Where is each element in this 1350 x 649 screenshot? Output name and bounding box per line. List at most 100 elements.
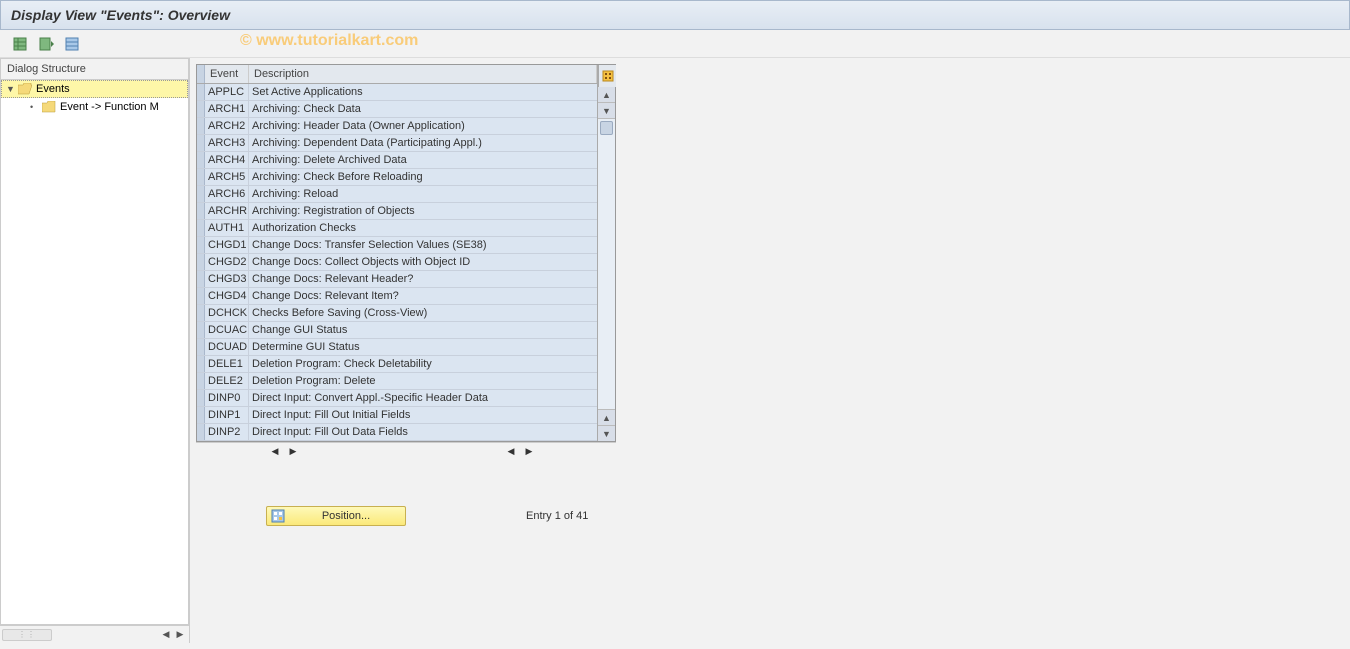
row-selector[interactable] <box>197 152 205 168</box>
table-body: APPLCSet Active ApplicationsARCH1Archivi… <box>197 84 597 441</box>
row-selector[interactable] <box>197 305 205 321</box>
toolbar-button-3[interactable] <box>62 34 82 54</box>
cell-description: Direct Input: Fill Out Data Fields <box>249 424 597 440</box>
entry-counter: Entry 1 of 41 <box>526 510 588 522</box>
row-selector[interactable] <box>197 220 205 236</box>
row-selector[interactable] <box>197 101 205 117</box>
table-row[interactable]: APPLCSet Active Applications <box>197 84 597 101</box>
cell-description: Archiving: Registration of Objects <box>249 203 597 219</box>
table-row[interactable]: ARCHRArchiving: Registration of Objects <box>197 203 597 220</box>
row-selector[interactable] <box>197 203 205 219</box>
cell-description: Archiving: Reload <box>249 186 597 202</box>
folder-open-icon <box>18 83 32 95</box>
cell-event: DINP2 <box>205 424 249 440</box>
cell-event: DELE2 <box>205 373 249 389</box>
page-title: Display View "Events": Overview <box>0 0 1350 30</box>
table-row[interactable]: DELE2Deletion Program: Delete <box>197 373 597 390</box>
sidebar-hscroll[interactable]: ⋮⋮ ◀ ▶ <box>0 625 189 643</box>
row-selector[interactable] <box>197 169 205 185</box>
row-selector[interactable] <box>197 373 205 389</box>
table-row[interactable]: ARCH1Archiving: Check Data <box>197 101 597 118</box>
row-selector[interactable] <box>197 356 205 372</box>
tree-item-event-function[interactable]: • Event -> Function M <box>1 98 188 116</box>
table-row[interactable]: CHGD3Change Docs: Relevant Header? <box>197 271 597 288</box>
expand-toggle-icon[interactable]: ▼ <box>6 84 16 94</box>
row-selector[interactable] <box>197 288 205 304</box>
scroll-right-icon[interactable]: ▶ <box>173 628 187 642</box>
row-selector[interactable] <box>197 407 205 423</box>
row-selector-header <box>197 65 205 83</box>
table-header: Event Description <box>197 65 597 84</box>
row-selector[interactable] <box>197 186 205 202</box>
scroll-down-icon[interactable]: ▼ <box>598 103 615 119</box>
cell-description: Checks Before Saving (Cross-View) <box>249 305 597 321</box>
scroll-up-icon[interactable]: ▲ <box>598 87 615 103</box>
cell-event: CHGD3 <box>205 271 249 287</box>
config-icon <box>602 70 614 82</box>
cell-event: CHGD1 <box>205 237 249 253</box>
table-row[interactable]: DINP1Direct Input: Fill Out Initial Fiel… <box>197 407 597 424</box>
bullet-icon: • <box>30 102 40 112</box>
table-row[interactable]: CHGD2Change Docs: Collect Objects with O… <box>197 254 597 271</box>
table-blue-icon <box>64 36 80 52</box>
column-header-description[interactable]: Description <box>249 65 597 83</box>
table-row[interactable]: ARCH5Archiving: Check Before Reloading <box>197 169 597 186</box>
horizontal-scrollbar[interactable]: ◀ ▶ ◀ ▶ <box>196 442 616 460</box>
table-row[interactable]: DCHCKChecks Before Saving (Cross-View) <box>197 305 597 322</box>
scroll-left-icon[interactable]: ◀ <box>159 628 173 642</box>
row-selector[interactable] <box>197 118 205 134</box>
table-row[interactable]: CHGD1Change Docs: Transfer Selection Val… <box>197 237 597 254</box>
vertical-scrollbar[interactable]: ▲ ▼ ▲ ▼ <box>597 65 615 441</box>
watermark: © www.tutorialkart.com <box>240 32 418 50</box>
position-label: Position... <box>291 510 401 522</box>
row-selector[interactable] <box>197 322 205 338</box>
position-button[interactable]: Position... <box>266 506 406 526</box>
row-selector[interactable] <box>197 237 205 253</box>
table-config-button[interactable] <box>598 65 616 87</box>
column-header-event[interactable]: Event <box>205 65 249 83</box>
cell-description: Set Active Applications <box>249 84 597 100</box>
hscroll-right-icon[interactable]: ▶ <box>286 445 300 459</box>
row-selector[interactable] <box>197 339 205 355</box>
scroll-up-bottom-icon[interactable]: ▲ <box>598 409 615 425</box>
events-table: Event Description APPLCSet Active Applic… <box>196 64 616 460</box>
scroll-down-bottom-icon[interactable]: ▼ <box>598 425 615 441</box>
cell-event: ARCH1 <box>205 101 249 117</box>
cell-description: Change Docs: Transfer Selection Values (… <box>249 237 597 253</box>
cell-event: DCUAC <box>205 322 249 338</box>
cell-description: Archiving: Check Data <box>249 101 597 117</box>
row-selector[interactable] <box>197 390 205 406</box>
cell-description: Direct Input: Convert Appl.-Specific Hea… <box>249 390 597 406</box>
tree-label: Events <box>36 83 70 95</box>
row-selector[interactable] <box>197 271 205 287</box>
row-selector[interactable] <box>197 84 205 100</box>
table-row[interactable]: CHGD4Change Docs: Relevant Item? <box>197 288 597 305</box>
cell-event: DCUAD <box>205 339 249 355</box>
row-selector[interactable] <box>197 424 205 440</box>
scroll-thumb[interactable] <box>600 121 613 135</box>
cell-event: DINP0 <box>205 390 249 406</box>
table-row[interactable]: ARCH2Archiving: Header Data (Owner Appli… <box>197 118 597 135</box>
table-row[interactable]: ARCH3Archiving: Dependent Data (Particip… <box>197 135 597 152</box>
table-row[interactable]: DCUADDetermine GUI Status <box>197 339 597 356</box>
table-row[interactable]: AUTH1Authorization Checks <box>197 220 597 237</box>
toolbar-button-2[interactable] <box>36 34 56 54</box>
cell-description: Archiving: Header Data (Owner Applicatio… <box>249 118 597 134</box>
cell-description: Archiving: Check Before Reloading <box>249 169 597 185</box>
hscroll-left-icon[interactable]: ◀ <box>268 445 282 459</box>
toolbar-button-1[interactable] <box>10 34 30 54</box>
hscroll-right2-icon[interactable]: ▶ <box>522 445 536 459</box>
cell-event: DELE1 <box>205 356 249 372</box>
row-selector[interactable] <box>197 254 205 270</box>
scroll-track[interactable] <box>598 119 615 409</box>
hscroll-left2-icon[interactable]: ◀ <box>504 445 518 459</box>
scroll-handle[interactable]: ⋮⋮ <box>2 629 52 641</box>
tree-item-events[interactable]: ▼ Events <box>1 80 188 98</box>
table-row[interactable]: DELE1Deletion Program: Check Deletabilit… <box>197 356 597 373</box>
table-row[interactable]: DCUACChange GUI Status <box>197 322 597 339</box>
row-selector[interactable] <box>197 135 205 151</box>
table-row[interactable]: ARCH6Archiving: Reload <box>197 186 597 203</box>
table-row[interactable]: ARCH4Archiving: Delete Archived Data <box>197 152 597 169</box>
table-row[interactable]: DINP0Direct Input: Convert Appl.-Specifi… <box>197 390 597 407</box>
table-row[interactable]: DINP2Direct Input: Fill Out Data Fields <box>197 424 597 441</box>
